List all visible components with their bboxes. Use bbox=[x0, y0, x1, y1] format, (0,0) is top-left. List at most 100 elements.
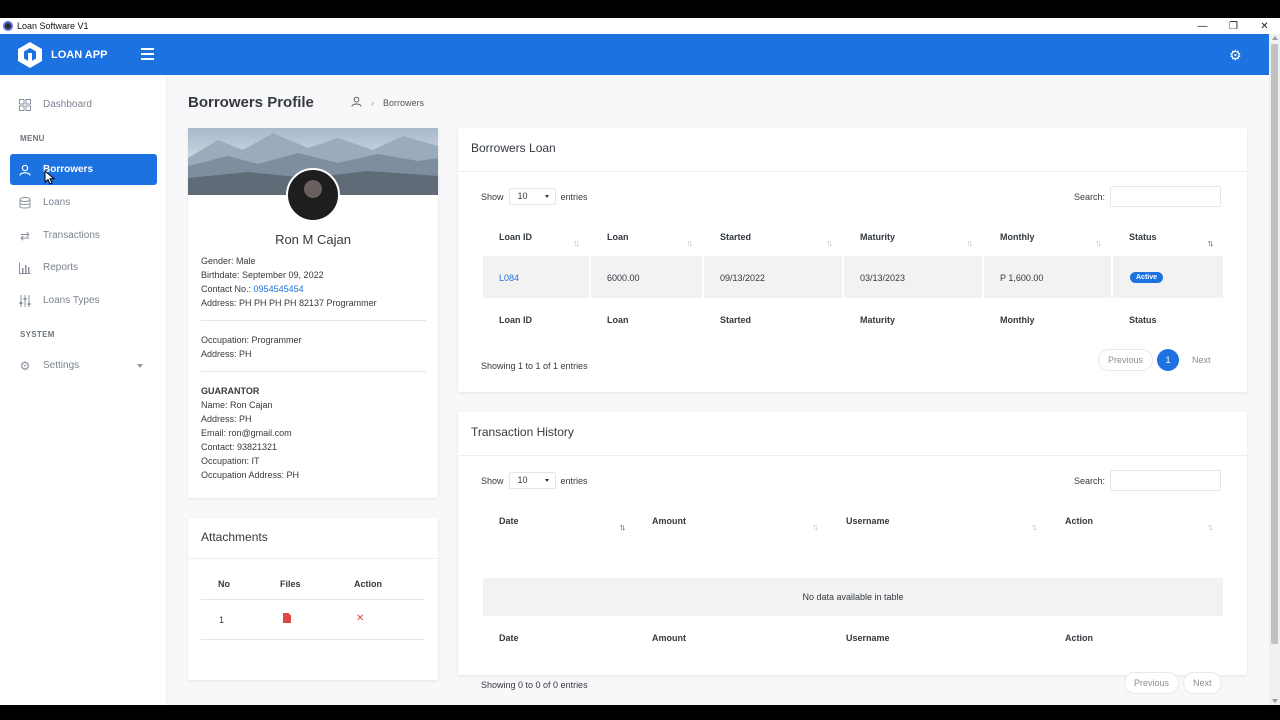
logo-icon bbox=[18, 41, 42, 68]
sidebar-item-borrowers[interactable]: Borrowers bbox=[10, 154, 157, 185]
minimize-button[interactable]: — bbox=[1187, 18, 1218, 34]
sidebar-item-transactions[interactable]: ⇄ Transactions bbox=[10, 220, 157, 251]
sort-icon[interactable]: ↑↓ bbox=[573, 238, 580, 248]
sidebar-item-settings[interactable]: ⚙ Settings bbox=[10, 350, 157, 381]
col-monthly[interactable]: Monthly bbox=[1000, 232, 1035, 242]
col-status[interactable]: Status bbox=[1129, 232, 1157, 242]
table-info: Showing 1 to 1 of 1 entries bbox=[481, 361, 588, 371]
vertical-scrollbar[interactable] bbox=[1269, 34, 1280, 705]
col-loan-id[interactable]: Loan ID bbox=[499, 232, 532, 242]
row-no: 1 bbox=[219, 615, 225, 625]
sidebar-item-dashboard[interactable]: Dashboard bbox=[10, 89, 157, 120]
sidebar-item-reports[interactable]: Reports bbox=[10, 252, 157, 283]
col-action: Action bbox=[354, 579, 382, 589]
col-username[interactable]: Username bbox=[846, 516, 890, 526]
system-section-label: SYSTEM bbox=[20, 330, 55, 339]
previous-button[interactable]: Previous bbox=[1098, 349, 1154, 371]
col-started[interactable]: Started bbox=[720, 232, 751, 242]
sidebar-item-loans[interactable]: Loans bbox=[10, 187, 157, 218]
scroll-down-icon[interactable] bbox=[1272, 699, 1278, 703]
footer-col-date: Date bbox=[499, 633, 519, 643]
col-no: No bbox=[218, 579, 230, 589]
page-1-button[interactable]: 1 bbox=[1157, 349, 1180, 371]
sort-icon[interactable]: ↑↓ bbox=[686, 238, 693, 248]
sort-icon-active[interactable]: ↑↓ bbox=[619, 522, 626, 532]
cell-separator bbox=[982, 256, 984, 298]
scroll-up-icon[interactable] bbox=[1272, 36, 1278, 40]
attachments-title: Attachments bbox=[201, 530, 268, 544]
profile-details: Gender: Male Birthdate: September 09, 20… bbox=[201, 254, 426, 482]
dropdown-caret-icon bbox=[544, 479, 549, 482]
top-black-bar bbox=[0, 0, 1280, 18]
top-header: LOAN APP ⚙ bbox=[0, 34, 1269, 75]
entries-select[interactable]: 10 bbox=[508, 188, 556, 205]
sort-icon[interactable]: ↑↓ bbox=[1031, 522, 1038, 532]
sidebar-item-label: Loans bbox=[43, 197, 71, 208]
table-header-row: No Files Action bbox=[201, 568, 424, 600]
next-button[interactable]: Next bbox=[1183, 349, 1220, 371]
sort-icon[interactable]: ↑↓ bbox=[812, 522, 819, 532]
bar-chart-icon bbox=[18, 261, 32, 275]
show-label: Show bbox=[481, 191, 504, 202]
mouse-cursor-icon bbox=[44, 170, 56, 185]
footer-col-monthly: Monthly bbox=[1000, 315, 1035, 325]
sort-icon-active[interactable]: ↑↓ bbox=[1207, 238, 1214, 248]
col-loan[interactable]: Loan bbox=[607, 232, 629, 242]
sort-icon[interactable]: ↑↓ bbox=[1095, 238, 1102, 248]
col-maturity[interactable]: Maturity bbox=[860, 232, 895, 242]
search-area: Search: bbox=[1074, 186, 1222, 207]
previous-button[interactable]: Previous bbox=[1124, 672, 1180, 694]
footer-col-started: Started bbox=[720, 315, 752, 325]
col-files: Files bbox=[280, 579, 301, 589]
breadcrumb-current: Borrowers bbox=[383, 97, 425, 108]
col-date[interactable]: Date bbox=[499, 516, 519, 526]
contact-link[interactable]: 0954545454 bbox=[254, 284, 304, 294]
page-title: Borrowers Profile bbox=[188, 94, 314, 111]
guarantor-title: GUARANTOR bbox=[201, 386, 260, 396]
loan-id-link[interactable]: L084 bbox=[499, 273, 519, 283]
dropdown-caret-icon bbox=[544, 195, 549, 198]
borrowers-loan-card: Borrowers Loan Show 10 entries Search: L… bbox=[458, 128, 1247, 392]
guarantor-address: Address: PH bbox=[201, 414, 252, 424]
sidebar-item-label: Dashboard bbox=[43, 99, 92, 110]
footer-col-action: Action bbox=[1065, 633, 1093, 643]
contact-label: Contact No.: bbox=[201, 284, 252, 294]
col-action[interactable]: Action bbox=[1065, 516, 1093, 526]
sort-icon[interactable]: ↑↓ bbox=[966, 238, 973, 248]
entries-label: entries bbox=[560, 191, 588, 202]
entries-length: Show 10 entries bbox=[481, 188, 588, 205]
profile-card: Ron M Cajan Gender: Male Birthdate: Sept… bbox=[188, 128, 438, 498]
window-titlebar: Loan Software V1 — ❐ ✕ bbox=[0, 18, 1280, 34]
hamburger-menu-icon[interactable] bbox=[141, 48, 154, 60]
scroll-thumb[interactable] bbox=[1271, 44, 1278, 644]
sort-icon[interactable]: ↑↓ bbox=[826, 238, 833, 248]
footer-col-loan: Loan bbox=[607, 315, 629, 325]
file-pdf-icon[interactable] bbox=[283, 613, 291, 625]
pagination: Previous Next bbox=[1120, 672, 1222, 694]
chevron-down-icon bbox=[137, 363, 143, 368]
sort-icon[interactable]: ↑↓ bbox=[1207, 522, 1214, 532]
gender: Gender: Male bbox=[201, 256, 256, 266]
close-button[interactable]: ✕ bbox=[1249, 18, 1280, 34]
footer-col-maturity: Maturity bbox=[860, 315, 896, 325]
footer-col-loan-id: Loan ID bbox=[499, 315, 532, 325]
user-icon[interactable] bbox=[351, 96, 362, 109]
database-icon bbox=[18, 196, 32, 210]
entries-select-value: 10 bbox=[517, 475, 528, 485]
loan-amount: 6000.00 bbox=[607, 273, 640, 283]
next-button[interactable]: Next bbox=[1183, 672, 1222, 694]
delete-icon[interactable]: ✕ bbox=[356, 613, 364, 624]
app-area: LOAN APP ⚙ Dashboard MENU Borrowers Loan… bbox=[0, 34, 1269, 705]
maximize-button[interactable]: ❐ bbox=[1218, 18, 1249, 34]
guarantor-contact: Contact: 93821321 bbox=[201, 442, 278, 452]
address-2: Address: PH bbox=[201, 349, 252, 359]
search-input[interactable] bbox=[1110, 186, 1222, 207]
gear-icon[interactable]: ⚙ bbox=[1229, 48, 1242, 62]
brand-name: LOAN APP bbox=[51, 48, 108, 61]
col-amount[interactable]: Amount bbox=[652, 516, 686, 526]
guarantor-email: Email: ron@gmail.com bbox=[201, 428, 292, 438]
search-input[interactable] bbox=[1110, 470, 1222, 491]
sidebar-item-loan-types[interactable]: Loans Types bbox=[10, 285, 157, 316]
loan-started: 09/13/2022 bbox=[720, 273, 766, 283]
entries-select[interactable]: 10 bbox=[508, 472, 556, 489]
